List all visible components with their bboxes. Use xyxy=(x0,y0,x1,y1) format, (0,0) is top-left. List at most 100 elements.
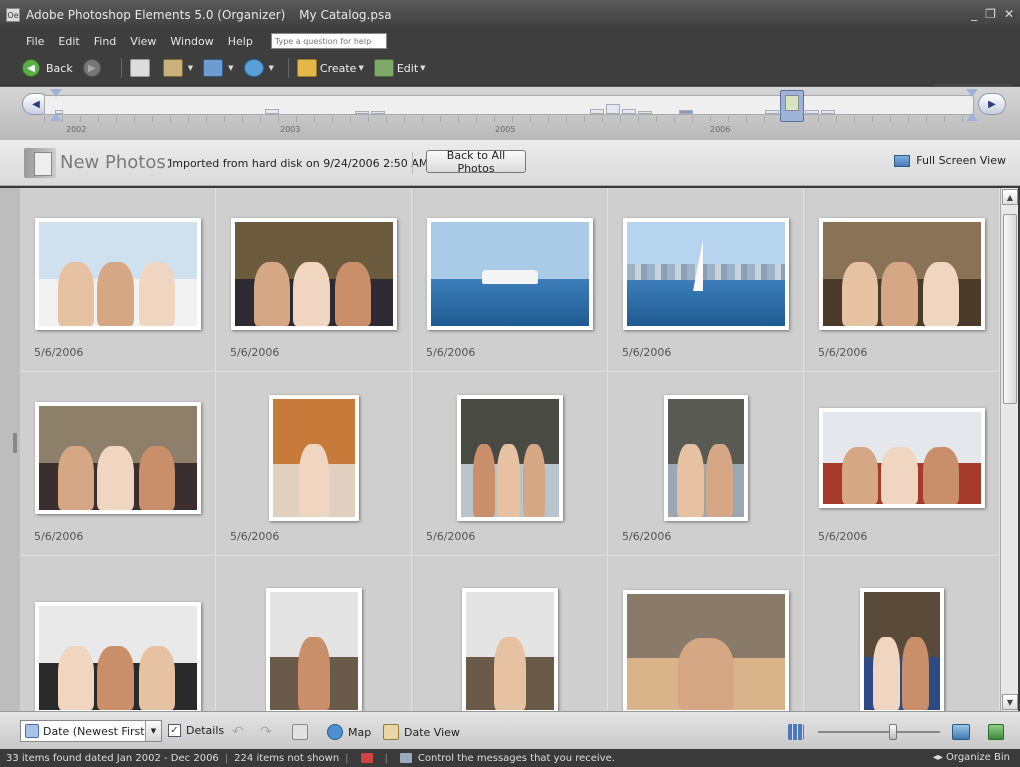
edit-photo-icon xyxy=(373,59,394,77)
forward-arrow-icon: ▶ xyxy=(82,59,101,77)
page-title: New Photos: xyxy=(60,152,172,173)
photo-thumbnail[interactable] xyxy=(427,218,593,330)
thumbnail-size-slider[interactable] xyxy=(818,731,940,733)
timeline-year-label: 2003 xyxy=(280,125,301,134)
window-title: Adobe Photoshop Elements 5.0 (Organizer)… xyxy=(26,8,402,22)
photo-date: 5/6/2006 xyxy=(34,530,84,543)
full-screen-label: Full Screen View xyxy=(916,154,1006,167)
rotate-right-button[interactable]: ↷ xyxy=(260,724,272,740)
full-screen-icon xyxy=(894,154,911,167)
slider-thumb[interactable] xyxy=(889,724,897,740)
photo-cell[interactable]: 5/6/2006 xyxy=(20,188,216,372)
scroll-down-button[interactable]: ▼ xyxy=(1002,694,1018,710)
timeline-track[interactable] xyxy=(44,95,974,115)
photo-cell[interactable] xyxy=(216,556,412,711)
rotate-left-button[interactable]: ↶ xyxy=(232,724,244,740)
photo-thumbnail[interactable] xyxy=(664,395,748,521)
photo-thumbnail[interactable] xyxy=(35,602,201,711)
close-icon[interactable]: ✕ xyxy=(1004,7,1014,21)
rotate-left-icon: ↶ xyxy=(232,724,244,740)
photo-thumbnail[interactable] xyxy=(623,590,789,711)
organize-bin-toggle[interactable]: ◂▸ Organize Bin xyxy=(933,752,1010,763)
timeline-start-handle[interactable] xyxy=(50,89,62,121)
single-photo-icon xyxy=(952,724,970,740)
scroll-thumb[interactable] xyxy=(1003,214,1017,404)
create-button[interactable]: Create ▼ xyxy=(296,59,364,77)
photo-thumbnail[interactable] xyxy=(819,408,985,508)
properties-button[interactable] xyxy=(292,724,313,740)
timeline-bar xyxy=(622,109,636,114)
sort-order-select[interactable]: Date (Newest First) ▼ xyxy=(20,720,162,742)
chevron-down-icon: ▼ xyxy=(268,64,274,72)
photo-cell[interactable] xyxy=(608,556,804,711)
timeline-right-button[interactable]: ▶ xyxy=(978,93,1006,115)
photo-thumbnail[interactable] xyxy=(35,402,201,514)
back-to-all-photos-button[interactable]: Back to All Photos xyxy=(426,149,526,175)
photo-thumbnail[interactable] xyxy=(457,395,563,521)
details-checkbox[interactable]: ✓ Details xyxy=(168,724,224,737)
menu-find[interactable]: Find xyxy=(94,35,117,48)
minimize-icon[interactable]: _ xyxy=(971,7,977,21)
catalog-name: My Catalog.psa xyxy=(299,8,392,22)
photo-thumbnail[interactable] xyxy=(266,588,362,711)
photo-cell[interactable]: 5/6/2006 xyxy=(216,372,412,556)
online-services-button[interactable]: ▼ xyxy=(243,59,274,77)
photo-cell[interactable]: 5/6/2006 xyxy=(412,372,608,556)
photo-date: 5/6/2006 xyxy=(34,346,84,359)
full-screen-view-button[interactable]: Full Screen View xyxy=(894,154,1006,167)
photo-cell[interactable] xyxy=(412,556,608,711)
single-photo-view-button[interactable] xyxy=(952,724,975,740)
menu-window[interactable]: Window xyxy=(170,35,213,48)
menu-help[interactable]: Help xyxy=(228,35,253,48)
photo-thumbnail[interactable] xyxy=(860,588,944,711)
restore-icon[interactable]: ❐ xyxy=(985,7,996,21)
forward-button[interactable]: ▶ xyxy=(82,59,107,77)
largest-view-button[interactable] xyxy=(988,724,1009,740)
photo-cell[interactable]: 5/6/2006 xyxy=(608,188,804,372)
photo-cell[interactable]: 5/6/2006 xyxy=(216,188,412,372)
menu-edit[interactable]: Edit xyxy=(58,35,79,48)
toolbar-divider xyxy=(287,58,289,78)
panel-grip-icon[interactable] xyxy=(13,433,17,453)
photo-thumbnail[interactable] xyxy=(819,218,985,330)
get-photos-button[interactable]: ▼ xyxy=(162,59,193,77)
chevron-down-icon[interactable]: ▼ xyxy=(145,721,161,741)
photo-cell[interactable] xyxy=(804,556,1000,711)
photo-thumbnail[interactable] xyxy=(269,395,359,521)
photo-thumbnail[interactable] xyxy=(623,218,789,330)
timeline[interactable]: ◀ 2002 2003 2005 2006 ▶ xyxy=(0,86,1020,140)
photo-cell[interactable]: 5/6/2006 xyxy=(20,372,216,556)
timeline-date-marker[interactable] xyxy=(780,90,804,122)
toolbar-divider xyxy=(120,58,122,78)
menu-file[interactable]: File xyxy=(26,35,44,48)
photo-cell[interactable]: 5/6/2006 xyxy=(608,372,804,556)
photo-cell[interactable]: 5/6/2006 xyxy=(412,188,608,372)
edit-button[interactable]: Edit ▼ xyxy=(373,59,426,77)
status-message[interactable]: Control the messages that you receive. xyxy=(418,753,615,764)
back-button[interactable]: ◀ Back xyxy=(22,59,73,77)
timeline-end-handle[interactable] xyxy=(966,89,978,121)
alert-icon[interactable] xyxy=(360,753,373,763)
photo-thumbnail[interactable] xyxy=(35,218,201,330)
small-thumbnails-button[interactable] xyxy=(788,724,809,740)
map-button[interactable]: Map xyxy=(327,724,371,740)
share-button[interactable]: ▼ xyxy=(203,59,234,77)
header-divider xyxy=(412,152,413,174)
photo-cell[interactable]: 5/6/2006 xyxy=(804,188,1000,372)
photo-thumbnail[interactable] xyxy=(231,218,397,330)
help-search-input[interactable] xyxy=(270,33,387,49)
menu-view[interactable]: View xyxy=(130,35,156,48)
message-icon[interactable] xyxy=(399,753,412,763)
photo-cell[interactable] xyxy=(20,556,216,711)
scroll-up-button[interactable]: ▲ xyxy=(1002,189,1018,205)
organizer-app-icon[interactable]: Oe xyxy=(6,8,20,22)
create-icon xyxy=(296,59,317,77)
timeline-bar xyxy=(606,104,620,114)
photo-browser[interactable]: 5/6/2006 5/6/2006 5/6/2006 5/6/2006 5/6/2006… xyxy=(20,188,1000,711)
timeline-bar xyxy=(679,110,693,114)
print-button[interactable] xyxy=(129,59,153,77)
photo-thumbnail[interactable] xyxy=(462,588,558,711)
date-view-button[interactable]: Date View xyxy=(383,724,460,740)
photo-cell[interactable]: 5/6/2006 xyxy=(804,372,1000,556)
vertical-scrollbar[interactable]: ▲ ▼ xyxy=(1000,188,1018,711)
